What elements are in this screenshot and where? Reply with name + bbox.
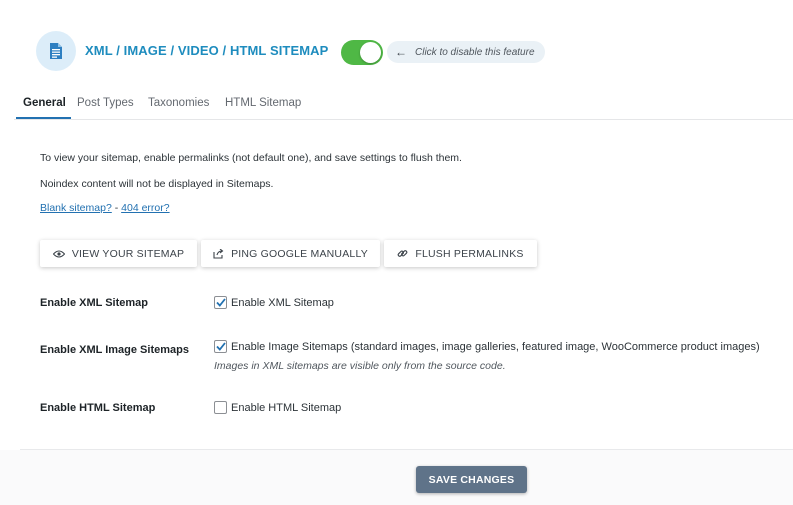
flush-permalinks-button[interactable]: FLUSH PERMALINKS [384,240,537,267]
xml-sitemap-checkbox[interactable] [214,296,227,309]
share-icon [213,248,224,259]
view-sitemap-label: VIEW YOUR SITEMAP [71,247,185,260]
html-sitemap-row-label: Enable HTML Sitemap [40,402,156,414]
footer-bar [0,450,793,505]
tab-post-types[interactable]: Post Types [77,97,134,109]
image-sitemap-checkbox-label: Enable Image Sitemaps (standard images, … [231,340,760,353]
ping-google-label: PING GOOGLE MANUALLY [231,247,368,260]
tab-general[interactable]: General [23,97,66,109]
ping-google-button[interactable]: PING GOOGLE MANUALLY [201,240,380,267]
noindex-info: Noindex content will not be displayed in… [40,178,274,190]
save-changes-button[interactable]: SAVE CHANGES [416,466,527,493]
flush-permalinks-label: FLUSH PERMALINKS [415,247,524,260]
xml-sitemap-checkbox-label: Enable XML Sitemap [231,296,334,309]
image-sitemap-option[interactable]: Enable Image Sitemaps (standard images, … [214,340,760,353]
tab-bar: General Post Types Taxonomies HTML Sitem… [14,90,793,120]
tab-taxonomies[interactable]: Taxonomies [148,97,209,109]
toggle-knob [360,42,381,63]
html-sitemap-checkbox[interactable] [214,401,227,414]
image-sitemap-checkbox[interactable] [214,340,227,353]
page-title: XML / IMAGE / VIDEO / HTML SITEMAP [85,43,329,58]
tab-html-sitemap[interactable]: HTML Sitemap [225,97,301,109]
arrow-left-icon: ← [395,45,407,59]
feature-header: XML / IMAGE / VIDEO / HTML SITEMAP ← Cli… [0,0,793,90]
image-sitemap-row-label: Enable XML Image Sitemaps [40,344,189,356]
html-sitemap-option[interactable]: Enable HTML Sitemap [214,401,341,414]
help-links: Blank sitemap? - 404 error? [40,202,170,214]
toggle-hint-text: Click to disable this feature [415,46,535,58]
blank-sitemap-link[interactable]: Blank sitemap? [40,202,112,214]
checkmark-icon [215,342,226,351]
eye-icon [52,249,65,258]
document-icon [36,31,76,71]
link-separator: - [111,202,122,214]
xml-sitemap-row-label: Enable XML Sitemap [40,297,148,309]
permalinks-info: To view your sitemap, enable permalinks … [40,152,462,164]
toggle-hint: ← Click to disable this feature [387,41,545,63]
link-icon [397,248,408,259]
view-sitemap-button[interactable]: VIEW YOUR SITEMAP [40,240,197,267]
image-sitemap-note: Images in XML sitemaps are visible only … [214,360,506,372]
404-error-link[interactable]: 404 error? [121,202,169,214]
xml-sitemap-option[interactable]: Enable XML Sitemap [214,296,334,309]
html-sitemap-checkbox-label: Enable HTML Sitemap [231,401,342,414]
checkmark-icon [215,298,226,307]
feature-toggle[interactable] [341,40,383,65]
active-tab-indicator [16,117,71,119]
